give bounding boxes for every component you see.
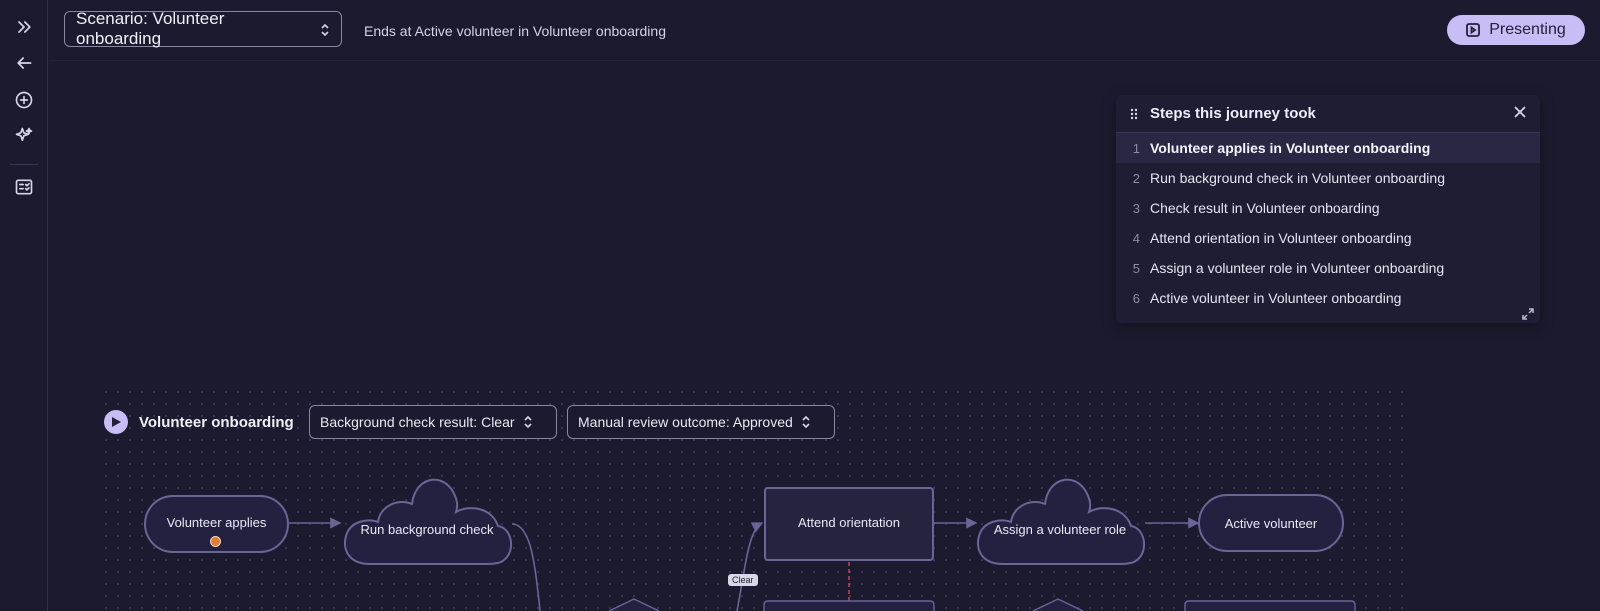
step-item[interactable]: 5 Assign a volunteer role in Volunteer o…	[1116, 253, 1540, 283]
presenting-label: Presenting	[1489, 21, 1566, 38]
node-run-background-check[interactable]: Run background check	[340, 466, 514, 566]
step-number: 6	[1132, 290, 1140, 306]
plus-circle-icon	[15, 91, 33, 109]
step-number: 5	[1132, 260, 1140, 276]
step-item[interactable]: 4 Attend orientation in Volunteer onboar…	[1116, 223, 1540, 253]
step-label: Check result in Volunteer onboarding	[1150, 200, 1380, 216]
sidebar-divider	[10, 164, 38, 165]
steps-panel: Steps this journey took 1 Volunteer appl…	[1116, 95, 1540, 323]
checklist-button[interactable]	[10, 173, 38, 201]
flow-title: Volunteer onboarding	[139, 414, 294, 431]
node-label: Attend orientation	[798, 514, 900, 530]
play-icon	[111, 417, 121, 427]
chevrons-right-icon	[18, 21, 31, 33]
expand-sidebar-button[interactable]	[10, 13, 38, 41]
step-number: 2	[1132, 170, 1140, 186]
step-item[interactable]: 3 Check result in Volunteer onboarding	[1116, 193, 1540, 223]
start-marker	[210, 536, 221, 547]
node-attend-orientation[interactable]: Attend orientation	[764, 487, 934, 561]
step-item[interactable]: 2 Run background check in Volunteer onbo…	[1116, 163, 1540, 193]
node-label: Active volunteer	[1224, 515, 1318, 531]
step-label: Assign a volunteer role in Volunteer onb…	[1150, 260, 1445, 276]
expand-icon[interactable]	[1522, 307, 1534, 320]
close-icon[interactable]	[1512, 104, 1528, 120]
step-label: Attend orientation in Volunteer onboardi…	[1150, 230, 1412, 246]
node-active-volunteer[interactable]: Active volunteer	[1198, 494, 1344, 552]
scenario-end-description: Ends at Active volunteer in Volunteer on…	[364, 23, 666, 39]
add-button[interactable]	[10, 86, 38, 114]
scenario-select[interactable]: Scenario: Volunteer onboarding	[64, 9, 342, 48]
drag-handle-icon[interactable]	[1130, 107, 1138, 120]
edge-label-clear: Clear	[728, 574, 758, 586]
step-item[interactable]: 1 Volunteer applies in Volunteer onboard…	[1116, 133, 1540, 163]
manual-review-select[interactable]: Manual review outcome: Approved	[567, 405, 835, 439]
play-flow-button[interactable]	[104, 410, 128, 434]
step-label: Run background check in Volunteer onboar…	[1150, 170, 1445, 186]
arrow-left-icon	[17, 57, 32, 69]
back-button[interactable]	[10, 49, 38, 77]
step-label: Volunteer applies in Volunteer onboardin…	[1150, 140, 1431, 156]
sidebar	[0, 0, 48, 611]
presenting-button[interactable]: Presenting	[1447, 15, 1585, 45]
scenario-select-label: Scenario: Volunteer onboarding	[76, 9, 225, 48]
chevron-updown-icon	[801, 415, 811, 429]
step-number: 4	[1132, 230, 1140, 246]
chevron-updown-icon	[523, 415, 533, 429]
checklist-icon	[15, 179, 33, 195]
step-label: Active volunteer in Volunteer onboarding	[1150, 290, 1402, 306]
node-label: Assign a volunteer role	[993, 522, 1127, 537]
chevron-updown-icon	[320, 22, 330, 37]
ai-assist-button[interactable]	[10, 122, 38, 150]
manual-review-select-label: Manual review outcome: Approved	[578, 414, 793, 430]
node-label: Volunteer applies	[166, 514, 267, 530]
steps-panel-header: Steps this journey took	[1116, 95, 1540, 133]
node-label: Run background check	[360, 522, 494, 537]
node-assign-volunteer-role[interactable]: Assign a volunteer role	[973, 466, 1147, 566]
background-check-select[interactable]: Background check result: Clear	[309, 405, 557, 439]
step-item[interactable]: 6 Active volunteer in Volunteer onboardi…	[1116, 283, 1540, 313]
step-number: 1	[1132, 140, 1140, 156]
step-number: 3	[1132, 200, 1140, 216]
sparkles-icon	[15, 127, 33, 141]
top-bar: Scenario: Volunteer onboarding Ends at A…	[49, 0, 1600, 61]
steps-panel-title: Steps this journey took	[1150, 105, 1316, 122]
present-icon	[1466, 23, 1481, 37]
background-check-select-label: Background check result: Clear	[320, 414, 515, 430]
